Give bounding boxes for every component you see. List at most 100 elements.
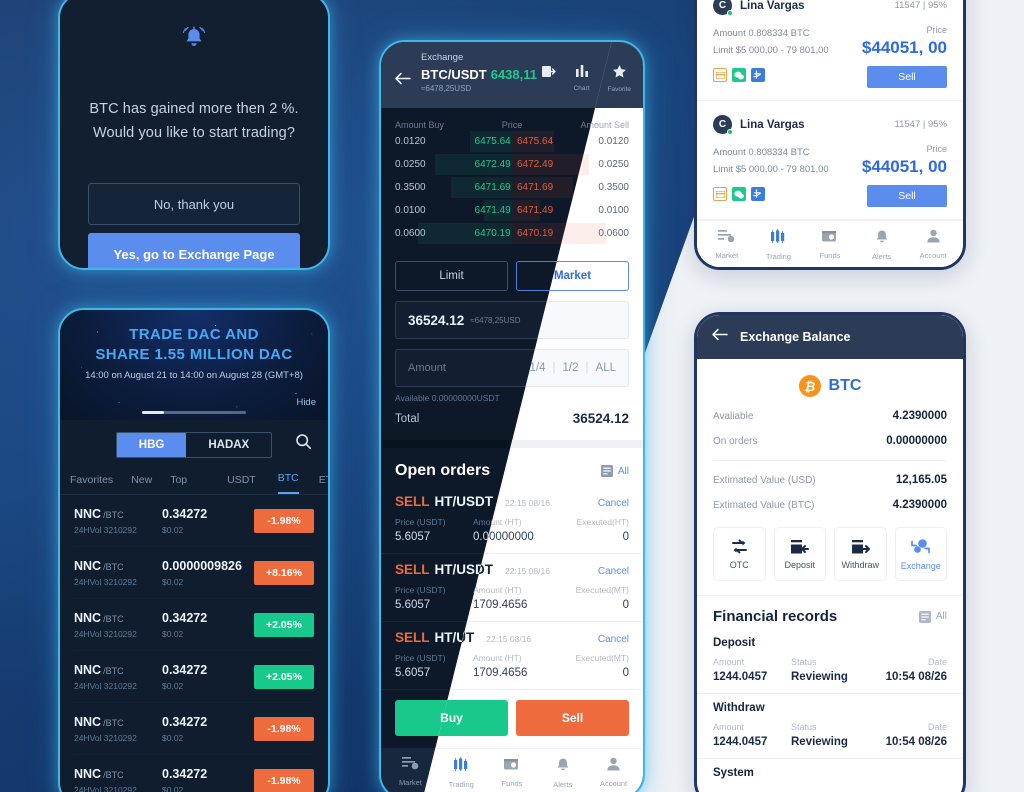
deposit-button[interactable]: Deposit — [773, 527, 826, 581]
otc-button[interactable]: OTC — [713, 527, 766, 581]
open-order-side: SELL — [395, 494, 430, 509]
financial-records-title: Financial records — [713, 608, 838, 625]
promo-hide-button[interactable]: Hide — [296, 397, 316, 408]
tab-account[interactable]: Account — [588, 757, 639, 788]
tab-account[interactable]: Account — [907, 229, 959, 260]
record-date-label: Date — [927, 722, 947, 732]
otc-swap-icon — [731, 539, 747, 554]
estimated-usd-label: Extimated Value (USD) — [713, 475, 816, 486]
back-arrow-icon[interactable] — [711, 328, 728, 346]
bank-card-icon — [713, 68, 727, 82]
market-tab-usdt[interactable]: USDT — [227, 474, 256, 494]
balance-action-buttons: OTC Deposit Withdraw Exchange — [697, 511, 963, 595]
market-tab-eth[interactable]: ETH — [319, 474, 328, 494]
market-row[interactable]: NNC/BTC 24HVol 3210292 0.34272 $0.02 -1.… — [74, 495, 314, 547]
fraction-all[interactable]: ALL — [596, 362, 616, 374]
market-row[interactable]: NNC/BTC 24HVol 3210292 0.0000009826 $0.0… — [74, 547, 314, 599]
exchange-toggle-hbg[interactable]: HBG — [116, 433, 187, 457]
order-type-limit[interactable]: Limit — [395, 261, 508, 291]
exchange-label: Exchange — [421, 52, 464, 63]
amount-fraction-buttons[interactable]: 1/4 | 1/2 | ALL — [530, 362, 616, 374]
open-order-cancel-button[interactable]: Cancel — [598, 566, 629, 577]
market-rows: NNC/BTC 24HVol 3210292 0.34272 $0.02 -1.… — [60, 495, 328, 792]
offer-row[interactable]: C Lina Vargas 11547 | 95% Amount 0.80833… — [697, 0, 963, 101]
balance-onorders-label: On orders — [713, 436, 758, 447]
star-icon[interactable]: Favorite — [608, 64, 631, 93]
promo-banner[interactable]: TRADE DAC AND SHARE 1.55 MILLION DAC 14:… — [60, 310, 328, 420]
orderbook-price-buy: 6471.69 — [474, 182, 511, 193]
market-row[interactable]: NNC/BTC 24HVol 3210292 0.34272 $0.02 -1.… — [74, 755, 314, 792]
price-alert-card: BTC has gained more then 2 %. Would you … — [58, 0, 330, 270]
tab-market[interactable]: Market — [701, 229, 753, 260]
tab-alerts[interactable]: Alerts — [537, 757, 588, 789]
market-tab-favorites[interactable]: Favorites — [70, 474, 113, 494]
exchange-button[interactable]: Exchange — [894, 527, 947, 581]
tab-alerts[interactable]: Alerts — [856, 229, 908, 261]
amount-input-placeholder: Amount — [408, 362, 446, 374]
record-date-value: 10:54 08/26 — [885, 671, 947, 683]
financial-record-block[interactable]: Deposit Amount 1244.0457 Status Reviewing … — [697, 629, 963, 694]
tab-funds[interactable]: Funds — [804, 229, 856, 260]
market-row-usd: $0.02 — [162, 785, 184, 792]
market-tab-new[interactable]: New — [131, 474, 152, 494]
estimated-btc-label: Extimated Value (BTC) — [713, 500, 815, 511]
decline-button[interactable]: No, thank you — [88, 183, 300, 225]
fraction-quarter[interactable]: 1/4 — [530, 362, 546, 374]
orderbook-col-price: Price — [501, 120, 523, 130]
offer-sell-button[interactable]: Sell — [867, 66, 947, 88]
market-row-change: -1.98% — [254, 769, 314, 792]
financial-records-all-button[interactable]: All — [918, 610, 947, 623]
sell-button[interactable]: Sell — [516, 700, 629, 736]
alert-message-line-1: BTC has gained more then 2 %. — [89, 101, 299, 117]
market-row-usd: $0.02 — [162, 629, 184, 639]
market-row-volume: 24HVol 3210292 — [74, 577, 137, 587]
offer-amount: Amount 0.808334 BTC — [713, 147, 810, 158]
market-row-usd: $0.02 — [162, 525, 184, 535]
market-tab-btc[interactable]: BTC — [277, 472, 299, 494]
offer-sell-button[interactable]: Sell — [867, 185, 947, 207]
person-icon — [926, 229, 940, 243]
tab-trading[interactable]: Trading — [436, 757, 487, 789]
open-orders-all-button[interactable]: All — [600, 465, 629, 477]
open-order-exec-label: Executed(MT) — [575, 585, 629, 595]
open-order-amount-value: 1709.4656 — [473, 599, 528, 611]
chart-icon[interactable]: Chart — [574, 64, 590, 93]
market-icon — [718, 230, 735, 243]
financial-record-block[interactable]: Withdraw Amount 1244.0457 Status Reviewing… — [697, 694, 963, 759]
market-row[interactable]: NNC/BTC 24HVol 3210292 0.34272 $0.02 -1.… — [74, 703, 314, 755]
withdraw-button[interactable]: Withdraw — [834, 527, 887, 581]
market-filter-tabs[interactable]: Favorites New Top USDT BTC ETH — [60, 468, 328, 495]
fraction-half[interactable]: 1/2 — [563, 362, 579, 374]
financial-record-block-truncated[interactable]: System — [697, 759, 963, 779]
market-row-price: 0.34272 — [162, 611, 208, 625]
market-row-price: 0.34272 — [162, 663, 208, 677]
search-icon[interactable] — [295, 433, 312, 455]
market-tab-top[interactable]: Top — [170, 474, 187, 494]
tab-trading[interactable]: Trading — [753, 229, 805, 261]
depth-icon[interactable] — [541, 64, 556, 93]
exchange-toggle[interactable]: HBG HADAX — [115, 432, 273, 458]
record-amount-label: Amount — [713, 722, 745, 732]
market-row-change: -1.98% — [254, 717, 314, 741]
promo-pagination[interactable] — [142, 411, 246, 414]
market-row[interactable]: NNC/BTC 24HVol 3210292 0.34272 $0.02 +2.… — [74, 599, 314, 651]
open-order-time: 22:15 08/16 — [505, 498, 550, 508]
tab-funds[interactable]: Funds — [487, 757, 538, 788]
market-row-pair: NNC/BTC — [74, 611, 124, 625]
open-order-price-label: Price (USDT) — [395, 517, 446, 527]
open-order-time: 22:15 08/16 — [486, 634, 532, 644]
accept-button[interactable]: Yes, go to Exchange Page — [88, 233, 300, 268]
open-order-side: SELL — [395, 562, 430, 577]
open-order-cancel-button[interactable]: Cancel — [598, 498, 629, 509]
open-order-amount-label: Amount (HT) — [473, 653, 522, 663]
open-order-cancel-button[interactable]: Cancel — [598, 634, 629, 645]
market-row[interactable]: NNC/BTC 24HVol 3210292 0.34272 $0.02 +2.… — [74, 651, 314, 703]
orderbook-price-buy: 6475.64 — [474, 136, 511, 147]
deposit-icon — [791, 539, 810, 553]
offer-row[interactable]: C Lina Vargas 11547 | 95% Amount 0.80833… — [697, 101, 963, 220]
alipay-icon — [751, 187, 765, 201]
exchange-toggle-hadax[interactable]: HADAX — [186, 433, 271, 457]
back-arrow-icon[interactable] — [394, 72, 411, 90]
bell-icon — [876, 230, 887, 243]
withdraw-icon — [851, 539, 870, 553]
